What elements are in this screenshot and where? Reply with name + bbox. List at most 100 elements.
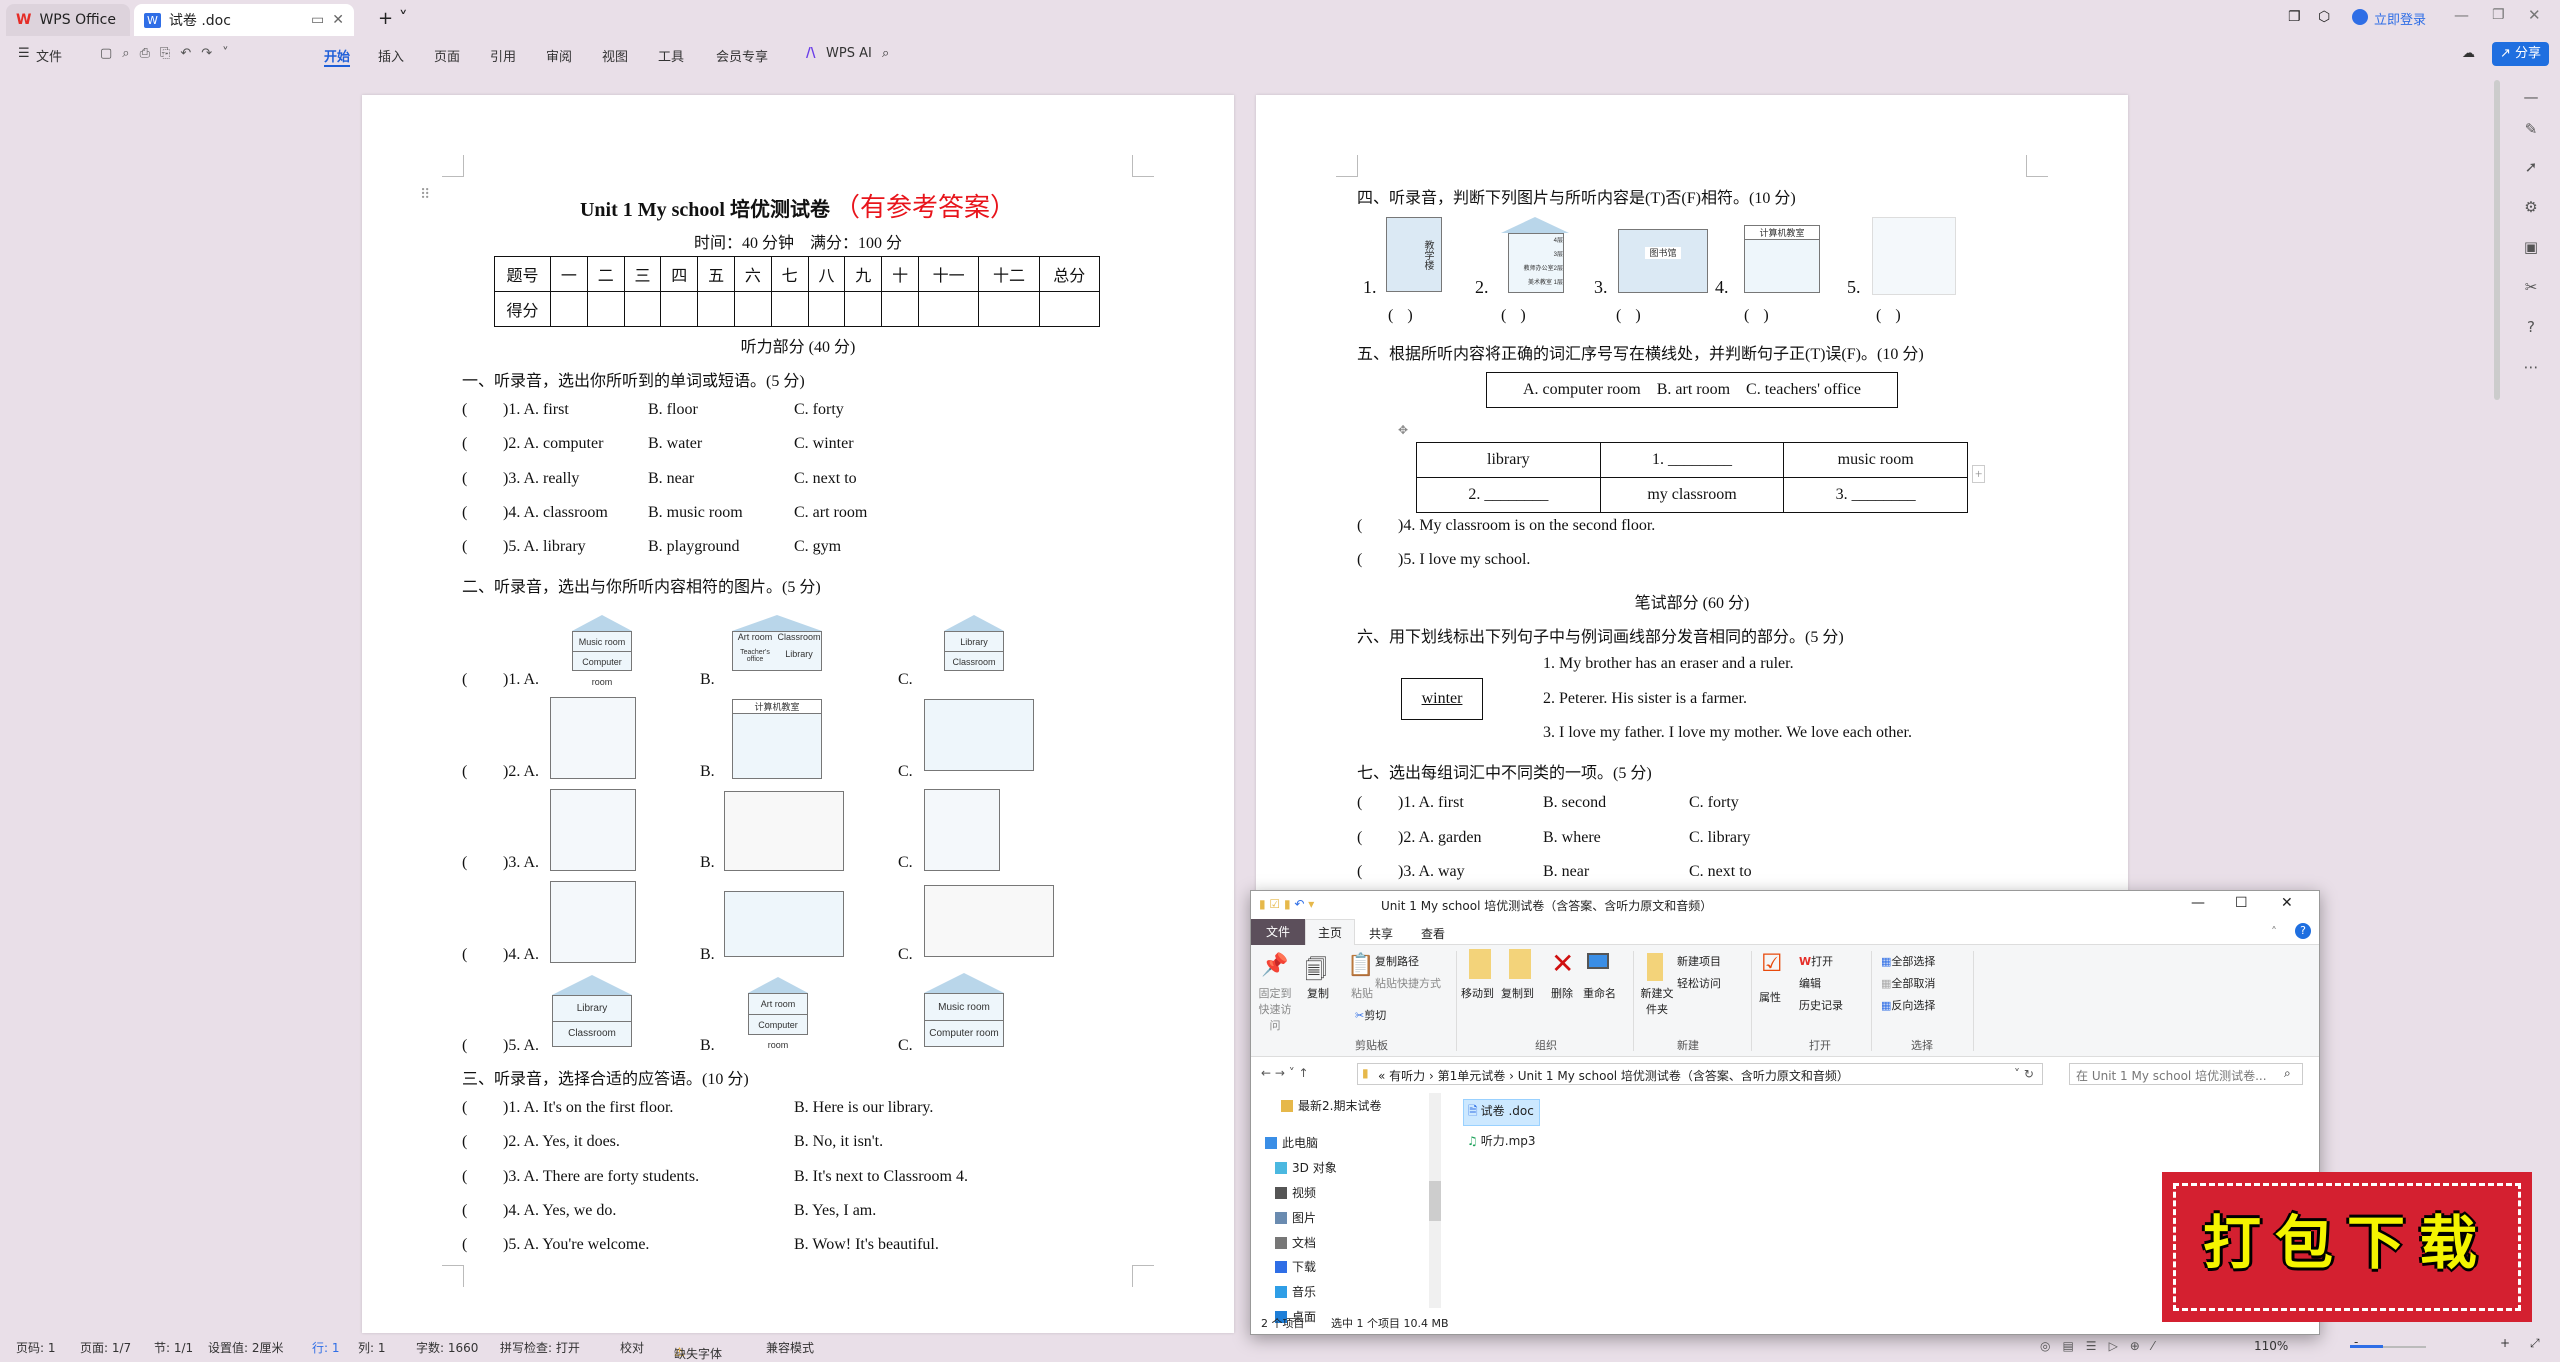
answer-paren[interactable]: ( [462,1133,467,1151]
status-proof[interactable]: 校对 [620,1339,644,1356]
answer-paren[interactable]: ( [462,1202,467,1220]
answer-paren[interactable]: ( [462,946,467,964]
tab-insert[interactable]: 插入 [378,46,404,65]
answer-paren[interactable]: ( [462,470,467,488]
tab-view[interactable]: 视图 [602,46,628,65]
help-icon[interactable]: ? [2295,923,2311,939]
minimize-icon[interactable]: — [2191,895,2205,911]
monitor-icon[interactable]: ▭ [311,12,324,28]
restore-icon[interactable]: ❐ [2492,7,2505,23]
close-tab-icon[interactable]: ✕ [332,12,344,28]
rename-button[interactable]: 重命名 [1583,985,1616,1001]
nav-item[interactable]: 图片 [1275,1209,1316,1226]
status-pages[interactable]: 页面: 1/7 [80,1339,131,1356]
cube-icon[interactable]: ⬡ [2318,9,2330,25]
login-link[interactable]: 立即登录 [2374,9,2426,28]
new-tab-icon[interactable]: + ˅ [378,8,408,29]
score-cell[interactable] [770,291,809,327]
tab-review[interactable]: 审阅 [546,46,572,65]
zoom-out-icon[interactable]: - [2354,1335,2358,1349]
tab-home[interactable]: 开始 [324,46,351,67]
image-icon[interactable]: ▣ [2520,238,2542,260]
status-section[interactable]: 节: 1/1 [154,1339,193,1356]
open-button[interactable]: W打开 [1799,953,1833,969]
copy-button[interactable]: 复制 [1307,985,1329,1001]
breadcrumb-item[interactable]: Unit 1 My school 培优测试卷（含答案、含听力原文和音频） [1518,1069,1849,1083]
properties-button[interactable]: 属性 [1759,989,1781,1005]
fullscreen-icon[interactable]: ⤢ [2530,1336,2540,1351]
tab-tools[interactable]: 工具 [658,46,684,65]
new-item-button[interactable]: 新建项目 [1677,953,1721,969]
score-cell[interactable] [586,291,625,327]
answer-paren[interactable]: ( [462,671,467,689]
select-all-button[interactable]: ▦全部选择 [1881,953,1935,969]
address-bar[interactable]: ▮ « 有听力 › 第1单元试卷 › Unit 1 My school 培优测试… [1357,1063,2043,1085]
answer-paren[interactable]: ( [462,854,467,872]
collapse-icon[interactable]: — [2520,88,2542,110]
select-none-button[interactable]: ▦全部取消 [1881,975,1935,991]
answer-paren[interactable]: ( [1357,517,1362,535]
score-cell[interactable] [550,291,588,327]
collapse-ribbon-icon[interactable]: ˄ [2271,925,2277,939]
refresh-icon[interactable]: ˅ ↻ [2014,1067,2034,1081]
answer-paren[interactable]: ( ) [1501,307,1526,325]
status-page[interactable]: 页码: 1 [16,1339,56,1356]
breadcrumb-item[interactable]: 有听力 [1389,1069,1425,1083]
score-cell[interactable] [733,291,772,327]
answer-paren[interactable]: ( [462,435,467,453]
file-item[interactable]: 🗎 试卷 .doc [1463,1099,1540,1126]
cursor-icon[interactable]: ➚ [2520,158,2542,180]
answer-paren[interactable]: ( [462,763,467,781]
minimize-icon[interactable]: — [2454,6,2469,24]
quick-access-icons[interactable]: ▢⌕⎙⎘↶↷˅ [100,46,239,61]
ribbon-tab-share[interactable]: 共享 [1369,925,1393,942]
file-item[interactable]: ♫ 听力.mp3 [1463,1130,1540,1151]
scrollbar[interactable] [2494,80,2500,400]
answer-paren[interactable]: ( ) [1616,307,1641,325]
table-move-icon[interactable]: ✥ [1398,423,1408,438]
answer-paren[interactable]: ( ) [1388,307,1413,325]
nav-scrollbar[interactable] [1429,1093,1441,1308]
answer-paren[interactable]: ( [462,401,467,419]
search-icon[interactable]: ⌕ [882,46,889,61]
zoom-in-icon[interactable]: + [2500,1336,2510,1350]
score-cell[interactable] [881,291,919,327]
pin-button[interactable]: 固定到快速访问 [1255,985,1295,1033]
window-icon[interactable]: ❐ [2288,9,2301,25]
ribbon-tab-home[interactable]: 主页 [1305,919,1355,946]
breadcrumb-item[interactable]: 第1单元试卷 [1438,1069,1506,1083]
status-row[interactable]: 行: 1 [312,1339,340,1356]
easy-access-button[interactable]: 轻松访问 [1677,975,1721,991]
nav-item[interactable]: 文档 [1275,1234,1316,1251]
move-to-button[interactable]: 移动到 [1461,985,1494,1001]
answer-paren[interactable]: ( [1357,794,1362,812]
view-mode-icons[interactable]: ◎▤☰▷⊕⁄ [2040,1339,2166,1353]
status-words[interactable]: 字数: 1660 [416,1339,478,1356]
score-cell[interactable] [917,291,980,327]
score-cell[interactable] [978,291,1040,327]
copy-to-button[interactable]: 复制到 [1501,985,1534,1001]
share-button[interactable]: ↗ 分享 [2492,42,2550,66]
menu-icon[interactable]: ☰ [18,46,30,61]
status-setting[interactable]: 设置值: 2厘米 [208,1339,284,1356]
tab-page[interactable]: 页面 [434,46,460,65]
answer-paren[interactable]: ( [462,1236,467,1254]
score-cell[interactable] [1038,291,1101,327]
answer-paren[interactable]: ( ) [1744,307,1769,325]
invert-selection-button[interactable]: ▦反向选择 [1881,997,1935,1013]
nav-item[interactable]: 3D 对象 [1275,1159,1337,1176]
answer-paren[interactable]: ( [462,504,467,522]
answer-paren[interactable]: ( [1357,863,1362,881]
pen-icon[interactable]: ✎ [2520,120,2542,142]
nav-item[interactable]: 音乐 [1275,1283,1316,1300]
paste-button[interactable]: 粘贴 [1351,985,1373,1001]
close-icon[interactable]: ✕ [2281,895,2293,911]
copy-path-button[interactable]: 复制路径 [1375,953,1419,969]
search-box[interactable]: 在 Unit 1 My school 培优测试卷... ⌕ [2069,1063,2303,1085]
paste-shortcut-button[interactable]: 粘贴快捷方式 [1375,975,1441,991]
ribbon-tab-view[interactable]: 查看 [1421,925,1445,942]
nav-item[interactable]: 此电脑 [1265,1134,1318,1151]
score-cell[interactable] [623,291,662,327]
settings-icon[interactable]: ⚙ [2520,198,2542,220]
file-menu[interactable]: 文件 [36,46,62,65]
